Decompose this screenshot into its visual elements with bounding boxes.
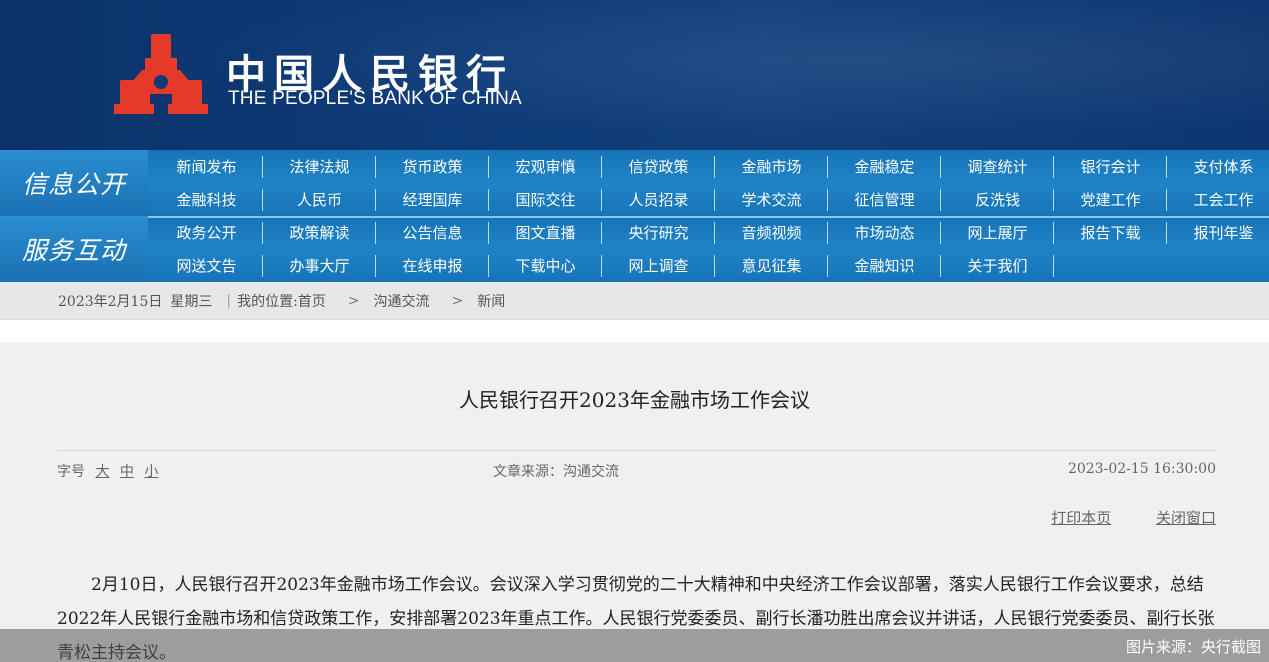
- breadcrumb-home-link[interactable]: 首页: [298, 291, 326, 311]
- nav-service-interaction: 服务互动 政务公开 政策解读 公告信息 图文直播 央行研究 音频视频 市场动态 网上展厅 报告下…: [0, 216, 1269, 282]
- current-date: 2023年2月15日: [58, 293, 163, 310]
- breadcrumb: 2023年2月15日 星期三 | 我的位置: 首页 > 沟通交流 > 新闻: [0, 282, 1269, 320]
- nav-item-7[interactable]: 调查统计: [941, 150, 1054, 183]
- article-datetime: 2023-02-15 16:30:00: [1067, 461, 1216, 477]
- nav-item-3[interactable]: 图文直播: [489, 216, 602, 249]
- nav-item-4[interactable]: 人员招录: [602, 183, 715, 216]
- breadcrumb-separator: |: [226, 292, 232, 309]
- nav-item-5[interactable]: 意见征集: [715, 249, 828, 282]
- image-source-caption: 图片来源：央行截图: [1125, 638, 1261, 656]
- nav-row: 金融科技 人民币 经理国库 国际交往 人员招录 学术交流 征信管理 反洗钱 党建工作 工会工作: [150, 183, 1269, 216]
- nav-item-3[interactable]: 国际交往: [489, 183, 602, 216]
- article-tools: 打印本页 关闭窗口: [1011, 507, 1216, 528]
- nav-item-4[interactable]: 央行研究: [602, 216, 715, 249]
- nav-item-7[interactable]: 网上展厅: [941, 216, 1054, 249]
- font-size-label: 字号: [57, 464, 85, 480]
- chevron-right-icon: >: [347, 292, 360, 309]
- nav-item-5[interactable]: 音频视频: [715, 216, 828, 249]
- nav-item-9[interactable]: 报刊年鉴: [1167, 216, 1269, 249]
- nav-item-4[interactable]: 信贷政策: [602, 150, 715, 183]
- nav-item-2[interactable]: 货币政策: [376, 150, 489, 183]
- nav-item-0[interactable]: 政务公开: [150, 216, 263, 249]
- article-meta: 字号 大 中 小 文章来源：沟通交流 2023-02-15 16:30:00: [57, 450, 1216, 488]
- nav-row: 网送文告 办事大厅 在线申报 下载中心 网上调查 意见征集 金融知识 关于我们: [150, 249, 1054, 282]
- nav-item-2[interactable]: 在线申报: [376, 249, 489, 282]
- breadcrumb-communication-link[interactable]: 沟通交流: [374, 291, 430, 311]
- article-source: 文章来源：沟通交流: [493, 464, 619, 480]
- article-title: 人民银行召开2023年金融市场工作会议: [459, 388, 810, 412]
- font-size-small-button[interactable]: 小: [144, 464, 158, 480]
- nav-item-6[interactable]: 征信管理: [828, 183, 941, 216]
- nav-group-label-info: 信息公开: [0, 150, 148, 216]
- nav-item-8[interactable]: 报告下载: [1054, 216, 1167, 249]
- current-weekday: 星期三: [170, 293, 213, 310]
- nav-item-0[interactable]: 金融科技: [150, 183, 263, 216]
- nav-item-3[interactable]: 下载中心: [489, 249, 602, 282]
- nav-item-2[interactable]: 公告信息: [376, 216, 489, 249]
- nav-item-7[interactable]: 关于我们: [941, 249, 1054, 282]
- nav-item-1[interactable]: 政策解读: [263, 216, 376, 249]
- nav-item-6[interactable]: 市场动态: [828, 216, 941, 249]
- nav-row: 新闻发布 法律法规 货币政策 宏观审慎 信贷政策 金融市场 金融稳定 调查统计 银行会计 支付体系: [150, 150, 1269, 183]
- nav-item-1[interactable]: 人民币: [263, 183, 376, 216]
- nav-item-0[interactable]: 新闻发布: [150, 150, 263, 183]
- nav-row: 政务公开 政策解读 公告信息 图文直播 央行研究 音频视频 市场动态 网上展厅 报告下载 报刊年鉴: [150, 216, 1269, 249]
- close-window-link[interactable]: 关闭窗口: [1156, 509, 1216, 527]
- nav-item-8[interactable]: 银行会计: [1054, 150, 1167, 183]
- nav-item-3[interactable]: 宏观审慎: [489, 150, 602, 183]
- nav-item-2[interactable]: 经理国库: [376, 183, 489, 216]
- nav-group-label-service: 服务互动: [0, 216, 148, 282]
- chevron-right-icon: >: [451, 292, 464, 309]
- divider-strip: [0, 320, 1269, 342]
- nav-item-9[interactable]: 工会工作: [1167, 183, 1269, 216]
- font-size-large-button[interactable]: 大: [95, 464, 109, 480]
- nav-item-5[interactable]: 学术交流: [715, 183, 828, 216]
- bank-name-en: THE PEOPLE'S BANK OF CHINA: [228, 88, 522, 109]
- bank-name-cn: 中国人民银行: [226, 52, 514, 98]
- nav-item-9[interactable]: 支付体系: [1167, 150, 1269, 183]
- font-size-medium-button[interactable]: 中: [120, 464, 134, 480]
- nav-info-disclosure: 信息公开 新闻发布 法律法规 货币政策 宏观审慎 信贷政策 金融市场 金融稳定 调查统计 银行会…: [0, 150, 1269, 216]
- nav-item-4[interactable]: 网上调查: [602, 249, 715, 282]
- pboc-emblem-icon: [114, 34, 208, 114]
- location-label: 我的位置:: [237, 293, 298, 310]
- nav-item-6[interactable]: 金融知识: [828, 249, 941, 282]
- nav-item-1[interactable]: 法律法规: [263, 150, 376, 183]
- image-caption-bar: [0, 629, 1269, 662]
- nav-item-5[interactable]: 金融市场: [715, 150, 828, 183]
- nav-item-1[interactable]: 办事大厅: [263, 249, 376, 282]
- print-page-link[interactable]: 打印本页: [1051, 509, 1111, 527]
- nav-item-0[interactable]: 网送文告: [150, 249, 263, 282]
- font-size-selector: 字号 大 中 小: [57, 461, 158, 481]
- article-container: 人民银行召开2023年金融市场工作会议 字号 大 中 小 文章来源：沟通交流 2…: [0, 342, 1269, 662]
- breadcrumb-news-link[interactable]: 新闻: [477, 291, 505, 311]
- nav-item-7[interactable]: 反洗钱: [941, 183, 1054, 216]
- site-header-banner: 中国人民银行 THE PEOPLE'S BANK OF CHINA: [0, 0, 1269, 150]
- nav-item-8[interactable]: 党建工作: [1054, 183, 1167, 216]
- nav-item-6[interactable]: 金融稳定: [828, 150, 941, 183]
